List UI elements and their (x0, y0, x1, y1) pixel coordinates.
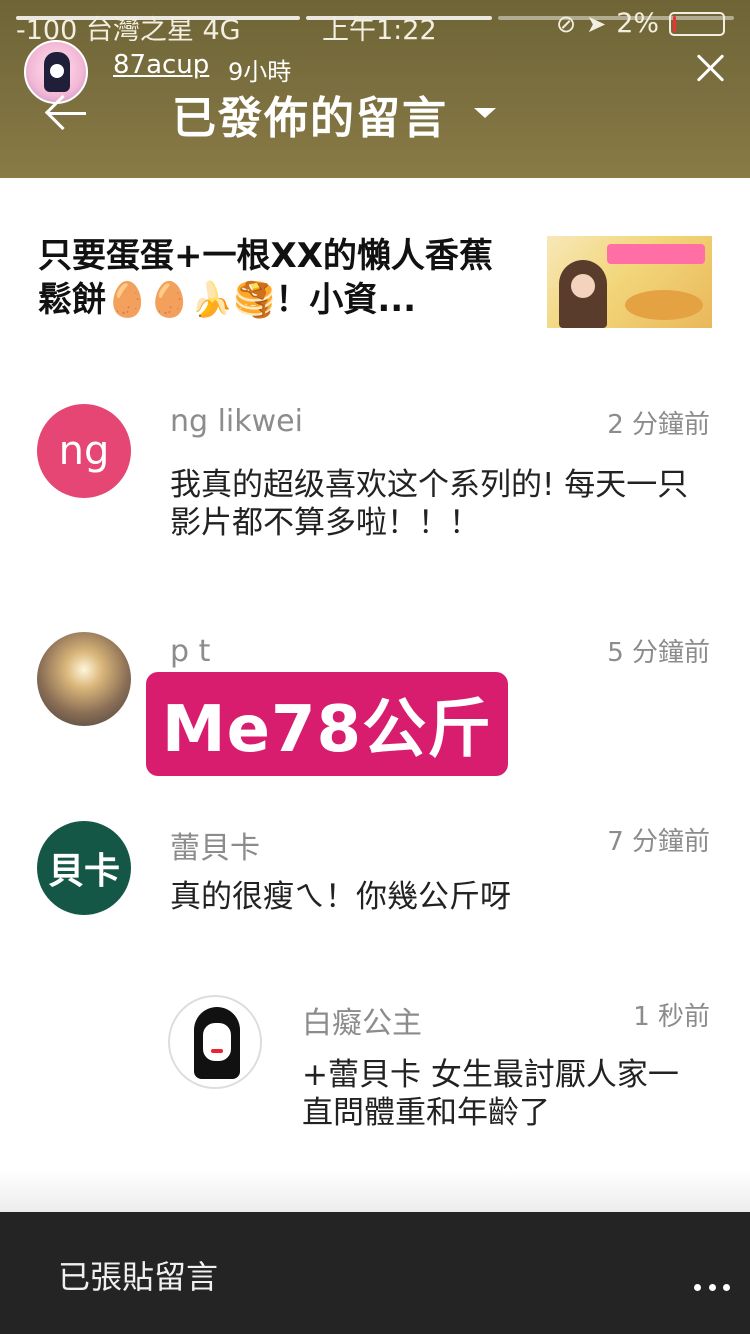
comment-text: 我真的超级喜欢这个系列的! 每天一只影片都不算多啦！！！ (170, 467, 689, 541)
comment-time: 7 分鐘前 (607, 827, 710, 857)
back-arrow-icon[interactable] (44, 94, 90, 134)
avatar[interactable] (37, 632, 131, 726)
comment-time: 5 分鐘前 (607, 638, 710, 668)
close-icon[interactable] (690, 48, 730, 88)
comment-author[interactable]: ng likwei (170, 404, 303, 439)
avatar[interactable]: 貝卡 (37, 821, 131, 915)
comment-time: 1 秒前 (633, 1002, 710, 1032)
avatar[interactable]: ng (37, 404, 131, 498)
story-header: -100 台灣之星 4G 上午1:22 ⊘ ➤ 2% 87acup 9小時 已發… (0, 0, 750, 178)
posted-comment-label[interactable]: 已張貼留言 (58, 1252, 218, 1298)
comment-author[interactable]: 蕾貝卡 (170, 823, 260, 867)
video-title[interactable]: 只要蛋蛋+一根XX的懶人香蕉鬆餅🥚🥚🍌🥞！小資... (38, 234, 518, 322)
battery-icon (669, 11, 726, 36)
sticker-label[interactable]: Me78公斤 (146, 672, 508, 776)
comment-time: 2 分鐘前 (607, 410, 710, 440)
status-bar: -100 台灣之星 4G 上午1:22 ⊘ ➤ 2% (0, 0, 750, 48)
location-arrow-icon: ➤ (586, 9, 607, 38)
more-dots-icon[interactable] (694, 1284, 730, 1296)
battery-percent: 2% (616, 8, 660, 39)
page-title[interactable]: 已發佈的留言 (172, 82, 448, 146)
avatar[interactable] (168, 995, 262, 1089)
comment-text: 真的很瘦ㄟ！你幾公斤呀 (170, 879, 511, 915)
scroll-fade (0, 1170, 750, 1212)
clock: 上午1:22 (322, 15, 437, 46)
status-icons: ⊘ ➤ 2% (556, 8, 726, 39)
profile-username[interactable]: 87acup (113, 50, 209, 80)
chevron-down-icon[interactable] (474, 108, 496, 118)
lock-rotation-icon: ⊘ (556, 9, 577, 38)
comment-author[interactable]: 白癡公主 (302, 998, 422, 1042)
video-thumbnail[interactable] (547, 236, 712, 328)
comment-text: +蕾貝卡 女生最討厭人家一直問體重和年齡了 (302, 1057, 679, 1131)
comment-author[interactable]: p t (170, 634, 210, 669)
